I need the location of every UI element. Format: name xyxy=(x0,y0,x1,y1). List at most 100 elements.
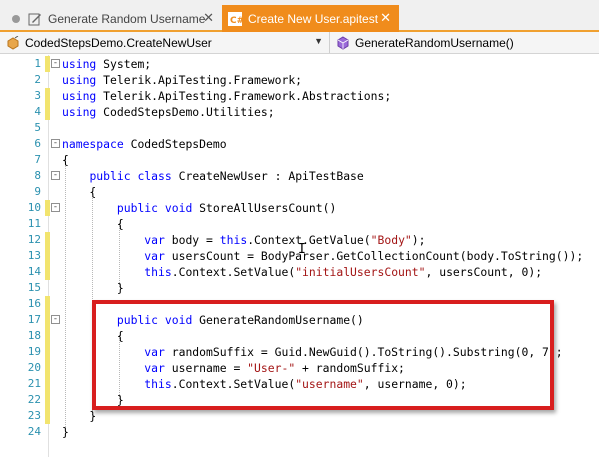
change-marker xyxy=(45,232,50,248)
collapse-icon[interactable]: - xyxy=(51,315,60,324)
keyword-token: using xyxy=(62,73,97,87)
code-text: { xyxy=(62,216,124,232)
keyword-token: this xyxy=(144,265,172,279)
class-selector[interactable]: CodedStepsDemo.CreateNewUser ▼ xyxy=(0,32,330,53)
chevron-down-icon[interactable]: ▼ xyxy=(314,36,323,46)
keyword-token: class xyxy=(137,169,172,183)
code-line[interactable]: 24} xyxy=(0,424,599,440)
code-token: Telerik.ApiTesting.Framework.Abstraction… xyxy=(96,89,392,103)
code-token: CodedStepsDemo.Utilities; xyxy=(96,105,275,119)
keyword-token: using xyxy=(62,105,97,119)
code-text: using System; xyxy=(62,56,151,72)
line-number: 20 xyxy=(27,361,41,374)
member-selector-value: GenerateRandomUsername() xyxy=(355,35,514,50)
keyword-token: using xyxy=(62,89,97,103)
code-token: usersCount = BodyParser.GetCollectionCou… xyxy=(164,249,584,263)
code-line[interactable]: 11 { xyxy=(0,216,599,232)
code-line[interactable]: 6 - namespace CodedStepsDemo xyxy=(0,136,599,152)
code-line[interactable]: 8 - public class CreateNewUser : ApiTestB… xyxy=(0,168,599,184)
code-token: body = xyxy=(164,233,220,247)
line-number: 17 xyxy=(27,313,41,326)
class-selector-value: CodedStepsDemo.CreateNewUser xyxy=(25,35,212,50)
navigation-bar: CodedStepsDemo.CreateNewUser ▼ GenerateR… xyxy=(0,32,599,54)
collapse-icon[interactable]: - xyxy=(51,139,60,148)
line-number: 8 xyxy=(34,169,41,182)
line-number: 11 xyxy=(27,217,41,230)
line-number: 7 xyxy=(34,153,41,166)
code-token: } xyxy=(62,281,124,295)
close-icon[interactable]: ✕ xyxy=(203,11,214,24)
change-marker xyxy=(45,392,50,408)
collapse-icon[interactable]: - xyxy=(51,59,60,68)
code-line[interactable]: 7{ xyxy=(0,152,599,168)
close-icon[interactable]: ✕ xyxy=(380,11,391,24)
line-number: 9 xyxy=(34,185,41,198)
unpinned-dot-icon xyxy=(12,14,20,23)
change-marker xyxy=(45,248,50,264)
code-line[interactable]: 23 } xyxy=(0,408,599,424)
line-number: 23 xyxy=(27,409,41,422)
code-line[interactable]: 2 using Telerik.ApiTesting.Framework; xyxy=(0,72,599,88)
code-token: { xyxy=(62,185,97,199)
code-line[interactable]: 1 - using System; xyxy=(0,56,599,72)
keyword-token: void xyxy=(164,201,193,215)
member-selector[interactable]: GenerateRandomUsername() xyxy=(332,32,599,53)
code-editor[interactable]: 1- using System; 2 using Telerik.ApiTesting… xyxy=(0,55,599,457)
code-token: CodedStepsDemo xyxy=(123,137,227,151)
code-text: { xyxy=(62,184,96,200)
csharp-file-icon: C# xyxy=(228,11,242,26)
code-line[interactable]: 5 xyxy=(0,120,599,136)
keyword-token: public xyxy=(116,201,159,215)
line-number: 4 xyxy=(34,105,41,118)
code-token: { xyxy=(62,153,69,167)
line-number: 15 xyxy=(27,281,41,294)
code-token: .Context.SetValue( xyxy=(171,265,296,279)
change-marker xyxy=(45,296,50,312)
code-token: } xyxy=(62,409,97,423)
code-token: StoreAllUsersCount() xyxy=(192,201,337,215)
tab-strip: Generate Random Username ✕ C# Create New… xyxy=(0,0,599,32)
line-number: 5 xyxy=(34,121,41,134)
code-text: public class CreateNewUser : ApiTestBase xyxy=(62,168,363,184)
code-token: } xyxy=(62,425,69,439)
tab-label: Create New User.apitest xyxy=(248,11,379,26)
code-line[interactable]: 15 } xyxy=(0,280,599,296)
line-number: 3 xyxy=(34,89,41,102)
string-token: "Body" xyxy=(370,233,412,247)
code-text: var body = this.Context.GetValue("Body")… xyxy=(62,232,426,248)
code-text: using Telerik.ApiTesting.Framework.Abstr… xyxy=(62,88,391,104)
line-number: 12 xyxy=(27,233,41,246)
svg-text:C#: C# xyxy=(230,16,242,26)
code-line[interactable]: 4 using CodedStepsDemo.Utilities; xyxy=(0,104,599,120)
change-marker xyxy=(45,56,50,72)
change-marker xyxy=(45,376,50,392)
line-number: 6 xyxy=(34,137,41,150)
code-text: public void StoreAllUsersCount() xyxy=(62,200,336,216)
keyword-token: var xyxy=(144,233,165,247)
collapse-icon[interactable]: - xyxy=(51,203,60,212)
code-text: this.Context.SetValue("initialUsersCount… xyxy=(62,264,542,280)
code-token: .Context.GetValue( xyxy=(247,233,371,247)
line-number: 19 xyxy=(27,345,41,358)
code-token: Telerik.ApiTesting.Framework; xyxy=(96,73,303,87)
method-icon xyxy=(336,35,350,50)
tab-label: Generate Random Username xyxy=(48,11,206,26)
tab-create-new-user[interactable]: C# Create New User.apitest ✕ xyxy=(222,5,399,32)
code-line[interactable]: 3 using Telerik.ApiTesting.Framework.Abst… xyxy=(0,88,599,104)
tab-generate-random-username[interactable]: Generate Random Username ✕ xyxy=(0,5,222,32)
code-text: } xyxy=(62,424,69,440)
code-line[interactable]: 10 - public void StoreAllUsersCount() xyxy=(0,200,599,216)
line-number: 14 xyxy=(27,265,41,278)
code-text: namespace CodedStepsDemo xyxy=(62,136,227,152)
code-token: { xyxy=(62,217,124,231)
collapse-icon[interactable]: - xyxy=(51,171,60,180)
code-line[interactable]: 14 this.Context.SetValue("initialUsersCo… xyxy=(0,264,599,280)
change-marker xyxy=(45,312,50,328)
code-text: } xyxy=(62,280,124,296)
code-token: ); xyxy=(411,233,426,247)
keyword-token: using xyxy=(62,57,97,71)
code-line[interactable]: 9 { xyxy=(0,184,599,200)
